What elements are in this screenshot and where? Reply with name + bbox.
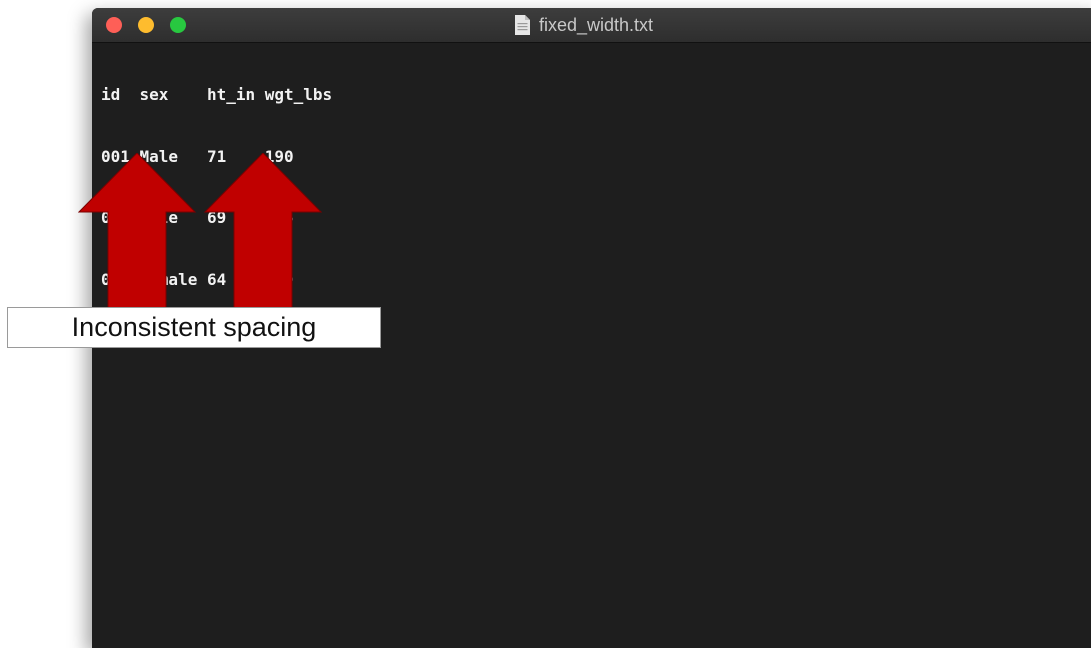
file-line: id sex ht_in wgt_lbs	[101, 85, 333, 104]
minimize-button[interactable]	[138, 17, 154, 33]
close-button[interactable]	[106, 17, 122, 33]
window-title-group: fixed_width.txt	[513, 15, 653, 35]
red-up-arrow-icon	[204, 153, 322, 309]
annotation-callout: Inconsistent spacing	[7, 307, 381, 348]
maximize-button[interactable]	[170, 17, 186, 33]
window-title: fixed_width.txt	[539, 14, 654, 35]
annotation-label: Inconsistent spacing	[71, 312, 317, 342]
red-up-arrow-icon	[78, 153, 196, 309]
document-icon	[515, 15, 530, 35]
title-bar[interactable]: fixed_width.txt	[92, 8, 1091, 43]
